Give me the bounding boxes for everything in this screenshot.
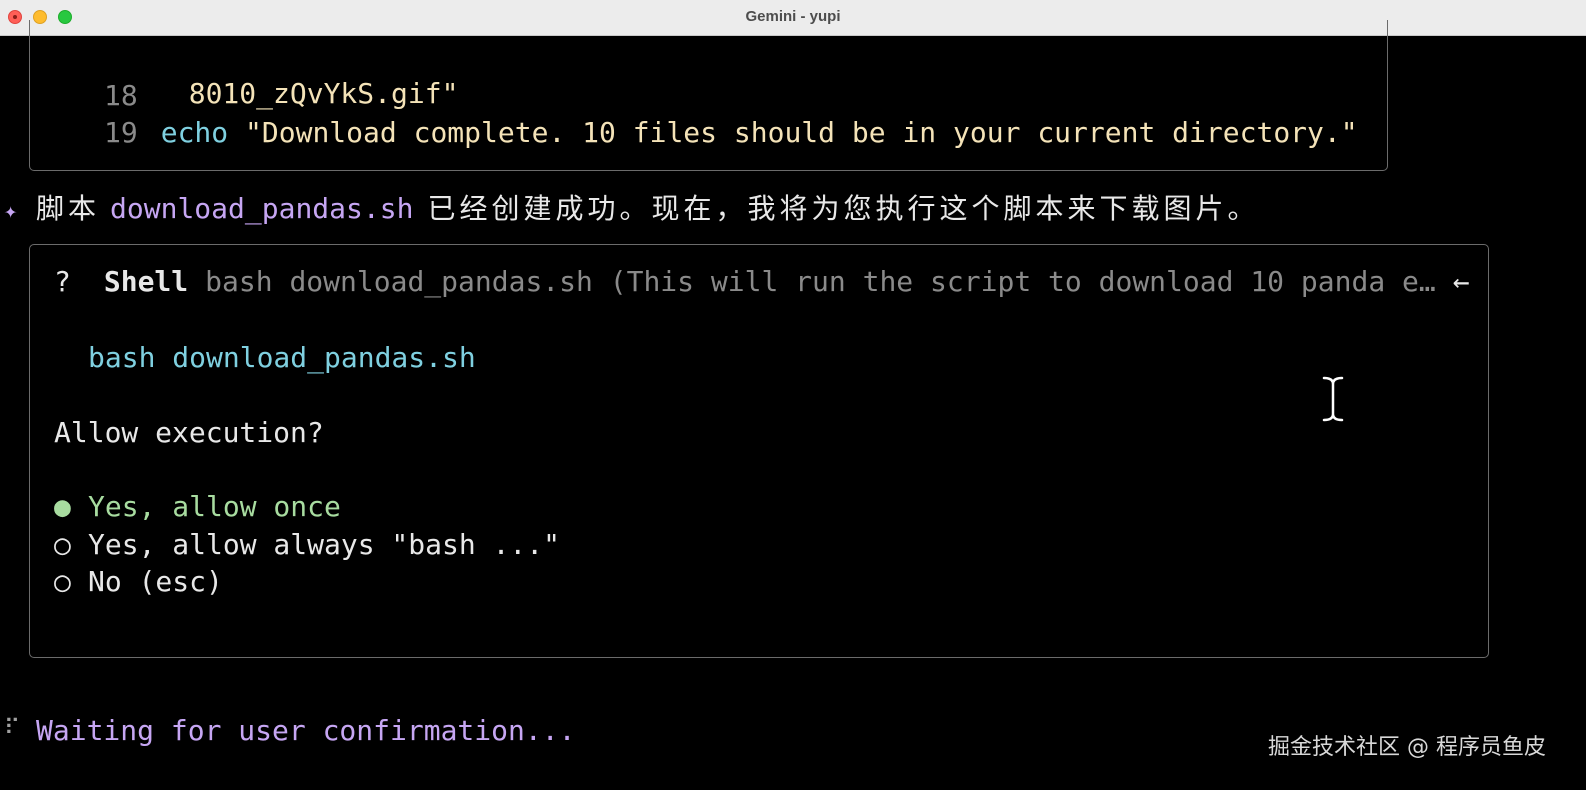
message-prefix: 脚本	[36, 192, 101, 225]
code-keyword-echo: echo	[160, 116, 229, 149]
option-allow-always[interactable]: ○ Yes, allow always "bash ..."	[54, 527, 560, 563]
question-mark-icon: ?	[54, 265, 71, 298]
status-waiting-text: Waiting for user confirmation...	[36, 714, 576, 747]
option-label: Yes, allow once	[88, 490, 341, 523]
allow-execution-question: Allow execution?	[54, 416, 324, 449]
assistant-message: 脚本 download_pandas.sh 已经创建成功。现在，我将为您执行这个脚本…	[36, 191, 1259, 227]
code-line-18-number: 18	[104, 79, 138, 112]
message-suffix: 已经创建成功。现在，我将为您执行这个脚本来下载图片。	[427, 192, 1260, 225]
text-cursor-icon	[1321, 375, 1345, 423]
code-line-19: 19 echo "Download complete. 10 files shou…	[104, 115, 1358, 151]
spinner-icon: ⠏	[4, 716, 21, 741]
shell-confirmation-box	[29, 244, 1489, 658]
sparkle-icon: ✦	[4, 199, 18, 224]
message-filename: download_pandas.sh	[110, 192, 414, 225]
shell-tool-name: Shell	[103, 265, 189, 298]
code-string: "Download complete. 10 files should be i…	[228, 116, 1358, 149]
shell-header: ? Shell bash download_pandas.sh (This will…	[54, 264, 1470, 300]
option-label: No (esc)	[88, 565, 223, 598]
radio-unselected-icon: ○	[54, 528, 71, 561]
radio-unselected-icon: ○	[54, 565, 71, 598]
code-line-text: 8010_zQvYkS.gif"	[188, 77, 459, 110]
code-line-continuation: 8010_zQvYkS.gif"	[155, 40, 459, 112]
option-allow-once[interactable]: ● Yes, allow once	[54, 489, 341, 525]
shell-command: bash download_pandas.sh	[88, 341, 476, 374]
option-no[interactable]: ○ No (esc)	[54, 564, 223, 600]
option-label: Yes, allow always "bash ..."	[88, 528, 561, 561]
watermark-text: 掘金技术社区 @ 程序员鱼皮	[1268, 735, 1546, 760]
shell-description: bash download_pandas.sh (This will run t…	[205, 265, 1436, 298]
code-line-number: 19	[104, 116, 138, 149]
back-arrow-icon: ←	[1452, 265, 1470, 298]
radio-selected-icon: ●	[54, 490, 71, 523]
